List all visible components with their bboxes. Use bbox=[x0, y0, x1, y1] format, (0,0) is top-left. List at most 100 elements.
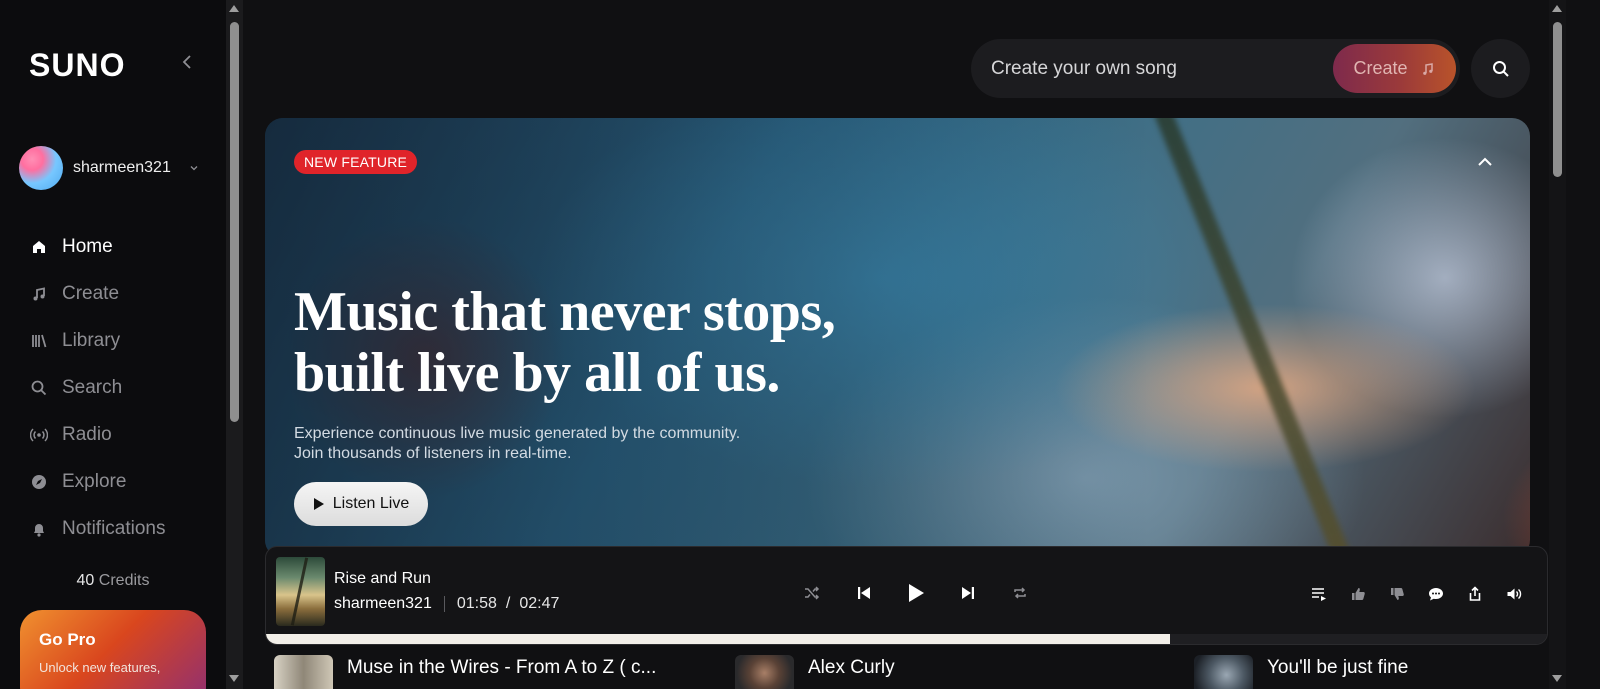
sidebar-item-notifications[interactable]: Notifications bbox=[30, 505, 166, 552]
track-artist[interactable]: sharmeen321 bbox=[334, 595, 432, 613]
listen-live-button[interactable]: Listen Live bbox=[294, 482, 428, 526]
chevron-up-icon[interactable] bbox=[1476, 153, 1494, 171]
current-time: 01:58 bbox=[456, 595, 497, 612]
user-menu[interactable]: sharmeen321 bbox=[19, 146, 199, 190]
sidebar: SUNO sharmeen321 Home Create Library Sea… bbox=[0, 0, 226, 689]
play-icon bbox=[909, 584, 924, 602]
sidebar-item-radio[interactable]: Radio bbox=[30, 411, 166, 458]
song-feed: Muse in the Wires - From A to Z ( c... A… bbox=[274, 655, 1544, 689]
radio-icon bbox=[30, 427, 48, 442]
scroll-up-arrow-icon[interactable] bbox=[229, 5, 239, 12]
play-icon bbox=[313, 498, 324, 510]
sidebar-item-search[interactable]: Search bbox=[30, 364, 166, 411]
create-button-label: Create bbox=[1353, 58, 1408, 78]
app-window: SUNO sharmeen321 Home Create Library Sea… bbox=[0, 0, 1600, 689]
go-pro-subtitle: Unlock new features, bbox=[39, 660, 161, 675]
sidebar-item-label: Explore bbox=[62, 470, 127, 492]
track-cover-art[interactable] bbox=[276, 557, 325, 626]
music-player: Rise and Run sharmeen321 01:58 / 02:47 bbox=[265, 546, 1548, 645]
sidebar-scrollbar[interactable] bbox=[226, 0, 243, 689]
song-thumbnail bbox=[1194, 655, 1253, 689]
comment-icon bbox=[1428, 588, 1443, 601]
divider bbox=[443, 596, 445, 612]
song-title: You'll be just fine bbox=[1267, 657, 1409, 678]
thumbs-up-icon bbox=[1351, 588, 1365, 600]
scroll-down-arrow-icon[interactable] bbox=[1552, 675, 1562, 682]
sidebar-item-label: Notifications bbox=[62, 517, 166, 539]
search-button[interactable] bbox=[1471, 39, 1530, 98]
sidebar-item-label: Radio bbox=[62, 423, 112, 445]
song-thumbnail bbox=[274, 655, 333, 689]
track-title[interactable]: Rise and Run bbox=[334, 570, 431, 588]
song-title: Muse in the Wires - From A to Z ( c... bbox=[347, 657, 657, 678]
list-item[interactable]: Alex Curly bbox=[735, 655, 895, 689]
track-duration: 02:47 bbox=[519, 595, 560, 612]
queue-button[interactable] bbox=[1299, 580, 1338, 608]
chevron-left-icon[interactable] bbox=[180, 54, 196, 70]
create-song-bar: Create bbox=[971, 39, 1460, 98]
sidebar-item-label: Home bbox=[62, 235, 113, 257]
home-icon bbox=[33, 240, 45, 253]
sidebar-item-home[interactable]: Home bbox=[30, 223, 166, 270]
create-button[interactable]: Create bbox=[1333, 44, 1456, 93]
skip-next-icon bbox=[962, 587, 974, 599]
previous-button[interactable] bbox=[838, 576, 890, 610]
credits-counter: 40 Credits bbox=[0, 572, 226, 590]
next-button[interactable] bbox=[942, 576, 994, 610]
dislike-button[interactable] bbox=[1377, 580, 1416, 608]
compass-icon bbox=[32, 474, 46, 489]
scroll-up-arrow-icon[interactable] bbox=[1552, 5, 1562, 12]
username: sharmeen321 bbox=[73, 159, 171, 176]
share-button[interactable] bbox=[1455, 580, 1494, 608]
listen-live-label: Listen Live bbox=[332, 495, 410, 512]
song-thumbnail bbox=[735, 655, 794, 689]
play-button[interactable] bbox=[890, 576, 942, 610]
bell-icon bbox=[34, 523, 44, 537]
shuffle-button[interactable] bbox=[786, 576, 838, 610]
go-pro-card[interactable]: Go Pro Unlock new features, bbox=[20, 610, 206, 689]
go-pro-title: Go Pro bbox=[39, 630, 96, 649]
list-item[interactable]: You'll be just fine bbox=[1194, 655, 1408, 689]
list-item[interactable]: Muse in the Wires - From A to Z ( c... bbox=[274, 655, 656, 689]
sidebar-item-explore[interactable]: Explore bbox=[30, 458, 166, 505]
hero-description-line: Experience continuous live music generat… bbox=[294, 425, 741, 442]
sidebar-item-create[interactable]: Create bbox=[30, 270, 166, 317]
hero-title: Music that never stops, built live by al… bbox=[294, 282, 836, 404]
credits-label: Credits bbox=[98, 572, 150, 589]
progress-fill bbox=[266, 634, 1171, 644]
comments-button[interactable] bbox=[1416, 580, 1455, 608]
main-scroll-thumb[interactable] bbox=[1553, 22, 1562, 177]
volume-button[interactable] bbox=[1494, 580, 1533, 608]
sidebar-scroll-thumb[interactable] bbox=[230, 22, 239, 422]
search-icon bbox=[1492, 60, 1509, 77]
track-meta: sharmeen321 01:58 / 02:47 bbox=[334, 595, 559, 613]
repeat-icon bbox=[1014, 587, 1026, 599]
library-icon bbox=[32, 334, 47, 347]
queue-icon bbox=[1311, 588, 1326, 601]
hero-description: Experience continuous live music generat… bbox=[294, 424, 740, 464]
progress-bar[interactable] bbox=[266, 634, 1547, 644]
hero-title-line: built live by all of us. bbox=[294, 342, 780, 404]
credits-count: 40 bbox=[76, 572, 95, 589]
chevron-down-icon bbox=[190, 166, 198, 171]
playback-controls bbox=[786, 576, 1046, 610]
main-scrollbar[interactable] bbox=[1549, 0, 1566, 689]
sidebar-item-label: Create bbox=[62, 282, 120, 304]
repeat-button[interactable] bbox=[994, 576, 1046, 610]
suno-logo[interactable]: SUNO bbox=[29, 47, 125, 84]
music-note-icon bbox=[1422, 62, 1433, 75]
sidebar-item-library[interactable]: Library bbox=[30, 317, 166, 364]
music-note-icon bbox=[33, 286, 45, 300]
hero-description-line: Join thousands of listeners in real-time… bbox=[294, 445, 572, 462]
scroll-down-arrow-icon[interactable] bbox=[229, 675, 239, 682]
sidebar-item-label: Search bbox=[62, 376, 123, 398]
create-song-input[interactable] bbox=[991, 57, 1321, 80]
song-title: Alex Curly bbox=[808, 657, 895, 678]
sidebar-nav: Home Create Library Search Radio Explore bbox=[30, 223, 166, 552]
thumbs-down-icon bbox=[1390, 588, 1404, 600]
like-button[interactable] bbox=[1338, 580, 1377, 608]
avatar bbox=[19, 146, 63, 190]
volume-icon bbox=[1507, 588, 1521, 600]
sidebar-item-label: Library bbox=[62, 329, 121, 351]
shuffle-icon bbox=[805, 586, 820, 600]
